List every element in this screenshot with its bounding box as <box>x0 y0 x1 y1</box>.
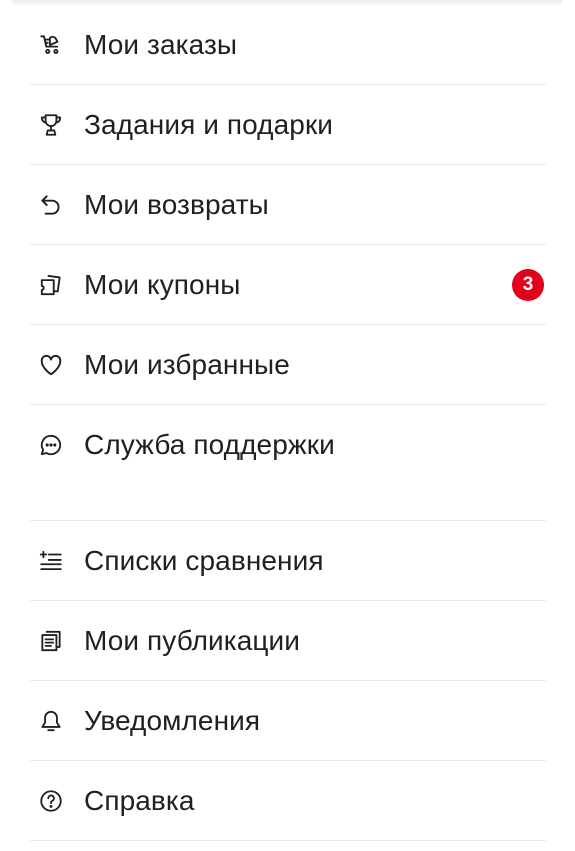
coupon-icon <box>36 270 66 300</box>
return-arrow-icon <box>36 190 66 220</box>
menu-item-returns[interactable]: Мои возвраты <box>0 165 575 245</box>
coupons-count-badge: 3 <box>512 269 544 301</box>
menu-item-label: Мои избранные <box>84 349 290 380</box>
menu-item-label: Справка <box>84 785 195 816</box>
menu-item-label: Мои публикации <box>84 625 301 656</box>
menu-item-compare-lists[interactable]: Списки сравнения <box>0 521 575 601</box>
menu-item-label: Мои заказы <box>84 29 238 60</box>
trophy-icon <box>36 110 66 140</box>
heart-icon <box>36 350 66 380</box>
menu-item-label: Задания и подарки <box>84 109 334 140</box>
menu-item-tasks-gifts[interactable]: Задания и подарки <box>0 85 575 165</box>
menu-item-publications[interactable]: Мои публикации <box>0 601 575 681</box>
compare-list-icon <box>36 546 66 576</box>
menu-item-label: Уведомления <box>84 705 261 736</box>
cart-icon <box>36 30 66 60</box>
menu-item-favorites[interactable]: Мои избранные <box>0 325 575 405</box>
menu-item-label: Мои возвраты <box>84 189 269 220</box>
menu-item-notifications[interactable]: Уведомления <box>0 681 575 761</box>
menu-item-orders[interactable]: Мои заказы <box>0 5 575 85</box>
menu-item-coupons[interactable]: Мои купоны 3 <box>0 245 575 325</box>
menu-item-support[interactable]: Служба поддержки <box>0 405 575 485</box>
chat-bubble-icon <box>36 430 66 460</box>
account-menu: Мои заказы Задания и подарки Мои возврат… <box>0 5 575 841</box>
publications-icon <box>36 626 66 656</box>
menu-item-label: Мои купоны <box>84 269 241 300</box>
menu-item-help[interactable]: Справка <box>0 761 575 841</box>
group-divider <box>0 485 575 521</box>
menu-item-label: Служба поддержки <box>84 429 335 460</box>
bell-icon <box>36 706 66 736</box>
menu-item-label: Списки сравнения <box>84 545 324 576</box>
help-circle-icon <box>36 786 66 816</box>
